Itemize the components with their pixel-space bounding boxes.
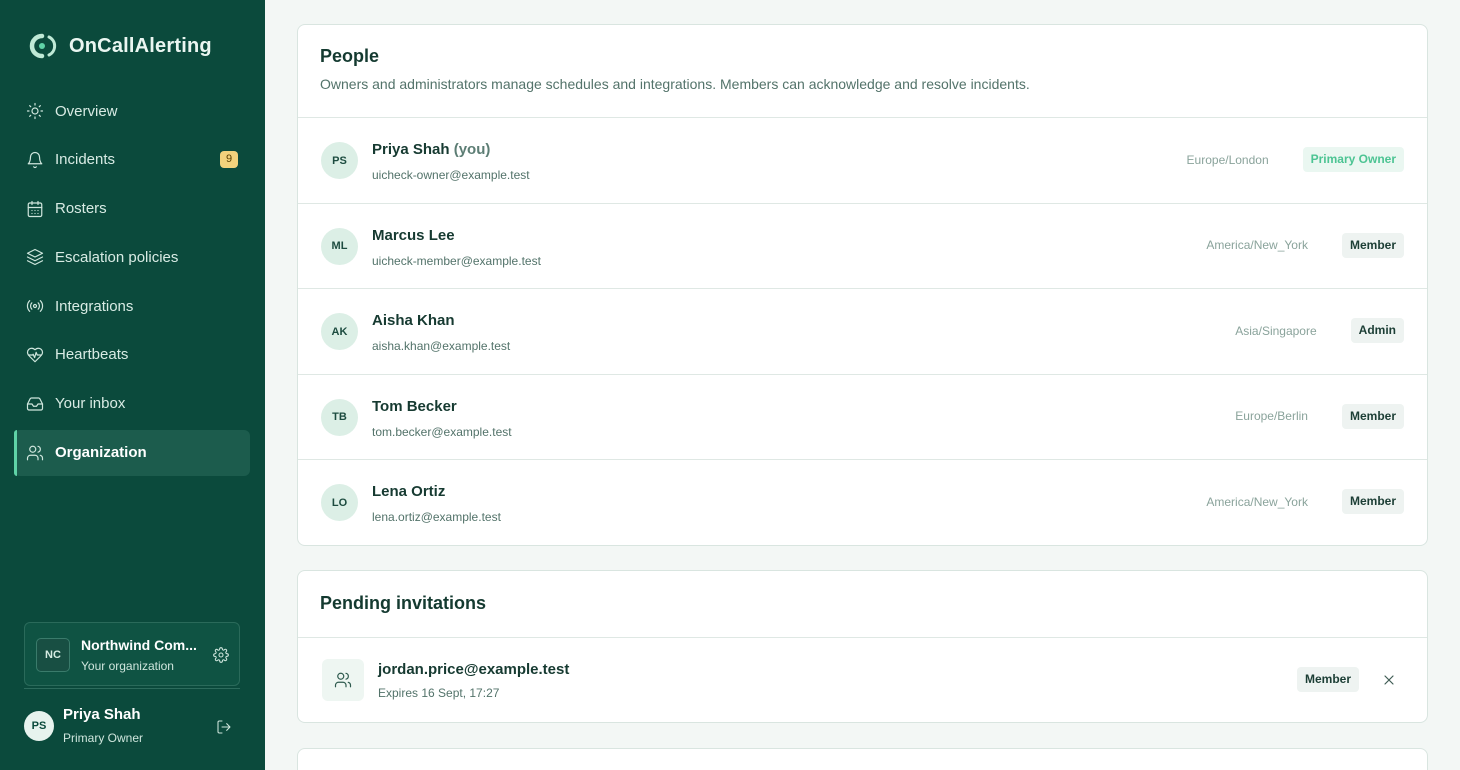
role-badge[interactable]: Member xyxy=(1341,489,1404,514)
role-badge[interactable]: Member xyxy=(1341,232,1404,258)
member-meta: Europe/London Primary Owner xyxy=(1187,147,1404,172)
sidebar-item-label: Organization xyxy=(55,444,147,462)
sun-icon xyxy=(26,102,44,120)
member-meta: America/New_York Member xyxy=(1206,489,1404,514)
member-timezone: America/New_York xyxy=(1206,238,1308,252)
avatar: PS xyxy=(321,142,358,179)
member-row[interactable]: ML Marcus Lee uicheck-member@example.tes… xyxy=(298,204,1427,289)
people-header: People Owners and administrators manage … xyxy=(298,25,1427,118)
sidebar-item-overview[interactable]: Overview xyxy=(14,88,250,134)
sidebar-item-escalation-policies[interactable]: Escalation policies xyxy=(14,234,250,280)
revoke-invitation-close-icon[interactable] xyxy=(1381,672,1397,688)
member-row[interactable]: TB Tom Becker tom.becker@example.test Eu… xyxy=(298,375,1427,460)
sidebar-item-label: Heartbeats xyxy=(55,346,129,364)
member-email: uicheck-owner@example.test xyxy=(372,168,530,182)
logout-icon[interactable] xyxy=(216,719,232,735)
invitation-expiry: Expires 16 Sept, 17:27 xyxy=(378,686,500,700)
sidebar-item-organization[interactable]: Organization xyxy=(14,429,250,476)
member-name: Aisha Khan xyxy=(372,312,455,329)
user-role: Primary Owner xyxy=(63,731,144,745)
organization-switcher[interactable]: NC Northwind Com... Your organization xyxy=(24,622,240,686)
invitation-row: jordan.price@example.test Expires 16 Sep… xyxy=(298,638,1427,722)
sidebar-item-incidents[interactable]: Incidents 9 xyxy=(14,137,250,183)
brand-name: OnCallAlerting xyxy=(69,34,212,57)
member-email: aisha.khan@example.test xyxy=(372,339,511,353)
org-avatar: NC xyxy=(36,638,70,672)
sidebar-item-heartbeats[interactable]: Heartbeats xyxy=(14,332,250,378)
sidebar-divider xyxy=(24,688,240,689)
users-icon xyxy=(334,672,352,688)
org-name: Northwind Com... xyxy=(81,637,197,653)
sidebar-item-your-inbox[interactable]: Your inbox xyxy=(14,381,250,427)
people-title: People xyxy=(320,46,380,66)
current-user: PS Priya Shah Primary Owner xyxy=(24,700,240,754)
invitation-email: jordan.price@example.test xyxy=(378,661,570,678)
user-name: Priya Shah xyxy=(63,706,141,723)
role-badge[interactable]: Member xyxy=(1341,403,1404,429)
users-icon xyxy=(26,445,44,460)
sidebar-item-integrations[interactable]: Integrations xyxy=(14,283,250,329)
layers-icon xyxy=(26,249,44,266)
member-timezone: Europe/London xyxy=(1186,152,1269,167)
sidebar-item-label: Overview xyxy=(55,102,118,120)
member-meta: America/New_York Member xyxy=(1206,232,1404,258)
avatar: AK xyxy=(321,313,358,350)
heartbeat-icon xyxy=(26,347,44,363)
pending-invitations-card: Pending invitations jordan.price@example… xyxy=(297,570,1428,723)
logo-icon xyxy=(29,33,57,59)
member-name: Priya Shah (you) xyxy=(372,141,491,158)
member-name: Tom Becker xyxy=(372,397,457,415)
member-row[interactable]: PS Priya Shah (you) uicheck-owner@exampl… xyxy=(298,118,1427,204)
avatar: LO xyxy=(321,484,358,521)
role-badge: Primary Owner xyxy=(1302,147,1404,172)
member-row[interactable]: LO Lena Ortiz lena.ortiz@example.test Am… xyxy=(298,460,1427,546)
member-email: uicheck-member@example.test xyxy=(372,253,541,268)
sidebar-item-label: Escalation policies xyxy=(55,248,179,266)
member-timezone: America/New_York xyxy=(1206,494,1308,509)
member-row[interactable]: AK Aisha Khan aisha.khan@example.test As… xyxy=(298,289,1427,375)
sidebar-nav: Overview Incidents 9 Rosters Escalation … xyxy=(14,88,250,478)
incidents-count-badge: 9 xyxy=(220,150,238,168)
org-subtitle: Your organization xyxy=(81,659,174,673)
invitation-icon-box xyxy=(322,659,364,701)
invitations-header: Pending invitations xyxy=(298,571,1427,638)
member-timezone: Europe/Berlin xyxy=(1235,409,1308,423)
next-section-card xyxy=(297,748,1428,770)
brand[interactable]: OnCallAlerting xyxy=(25,32,212,60)
role-badge[interactable]: Admin xyxy=(1350,318,1404,343)
member-email: tom.becker@example.test xyxy=(372,424,512,439)
bell-icon xyxy=(27,151,43,168)
avatar: PS xyxy=(24,711,54,741)
avatar: ML xyxy=(321,227,358,265)
sidebar-item-rosters[interactable]: Rosters xyxy=(14,186,250,232)
member-meta: Asia/Singapore Admin xyxy=(1235,318,1404,343)
member-name: Lena Ortiz xyxy=(372,483,446,500)
inbox-icon xyxy=(26,397,44,411)
invitations-title: Pending invitations xyxy=(320,593,487,613)
avatar: TB xyxy=(321,398,358,436)
member-timezone: Asia/Singapore xyxy=(1235,323,1317,338)
calendar-icon xyxy=(27,200,43,217)
role-badge: Member xyxy=(1296,667,1359,692)
member-name: Marcus Lee xyxy=(372,226,455,244)
member-email: lena.ortiz@example.test xyxy=(372,510,501,524)
people-description: Owners and administrators manage schedul… xyxy=(320,76,1030,92)
sidebar: OnCallAlerting Overview Incidents 9 Rost… xyxy=(0,0,265,770)
invitation-actions: Member xyxy=(1296,667,1397,692)
sidebar-item-label: Incidents xyxy=(55,151,116,169)
sidebar-item-label: Rosters xyxy=(55,200,107,218)
you-indicator: (you) xyxy=(453,141,491,158)
people-card: People Owners and administrators manage … xyxy=(297,24,1428,546)
broadcast-icon xyxy=(26,300,44,313)
member-meta: Europe/Berlin Member xyxy=(1235,403,1404,429)
sidebar-item-label: Integrations xyxy=(55,297,134,315)
sidebar-item-label: Your inbox xyxy=(55,395,126,413)
gear-icon[interactable] xyxy=(213,647,229,663)
